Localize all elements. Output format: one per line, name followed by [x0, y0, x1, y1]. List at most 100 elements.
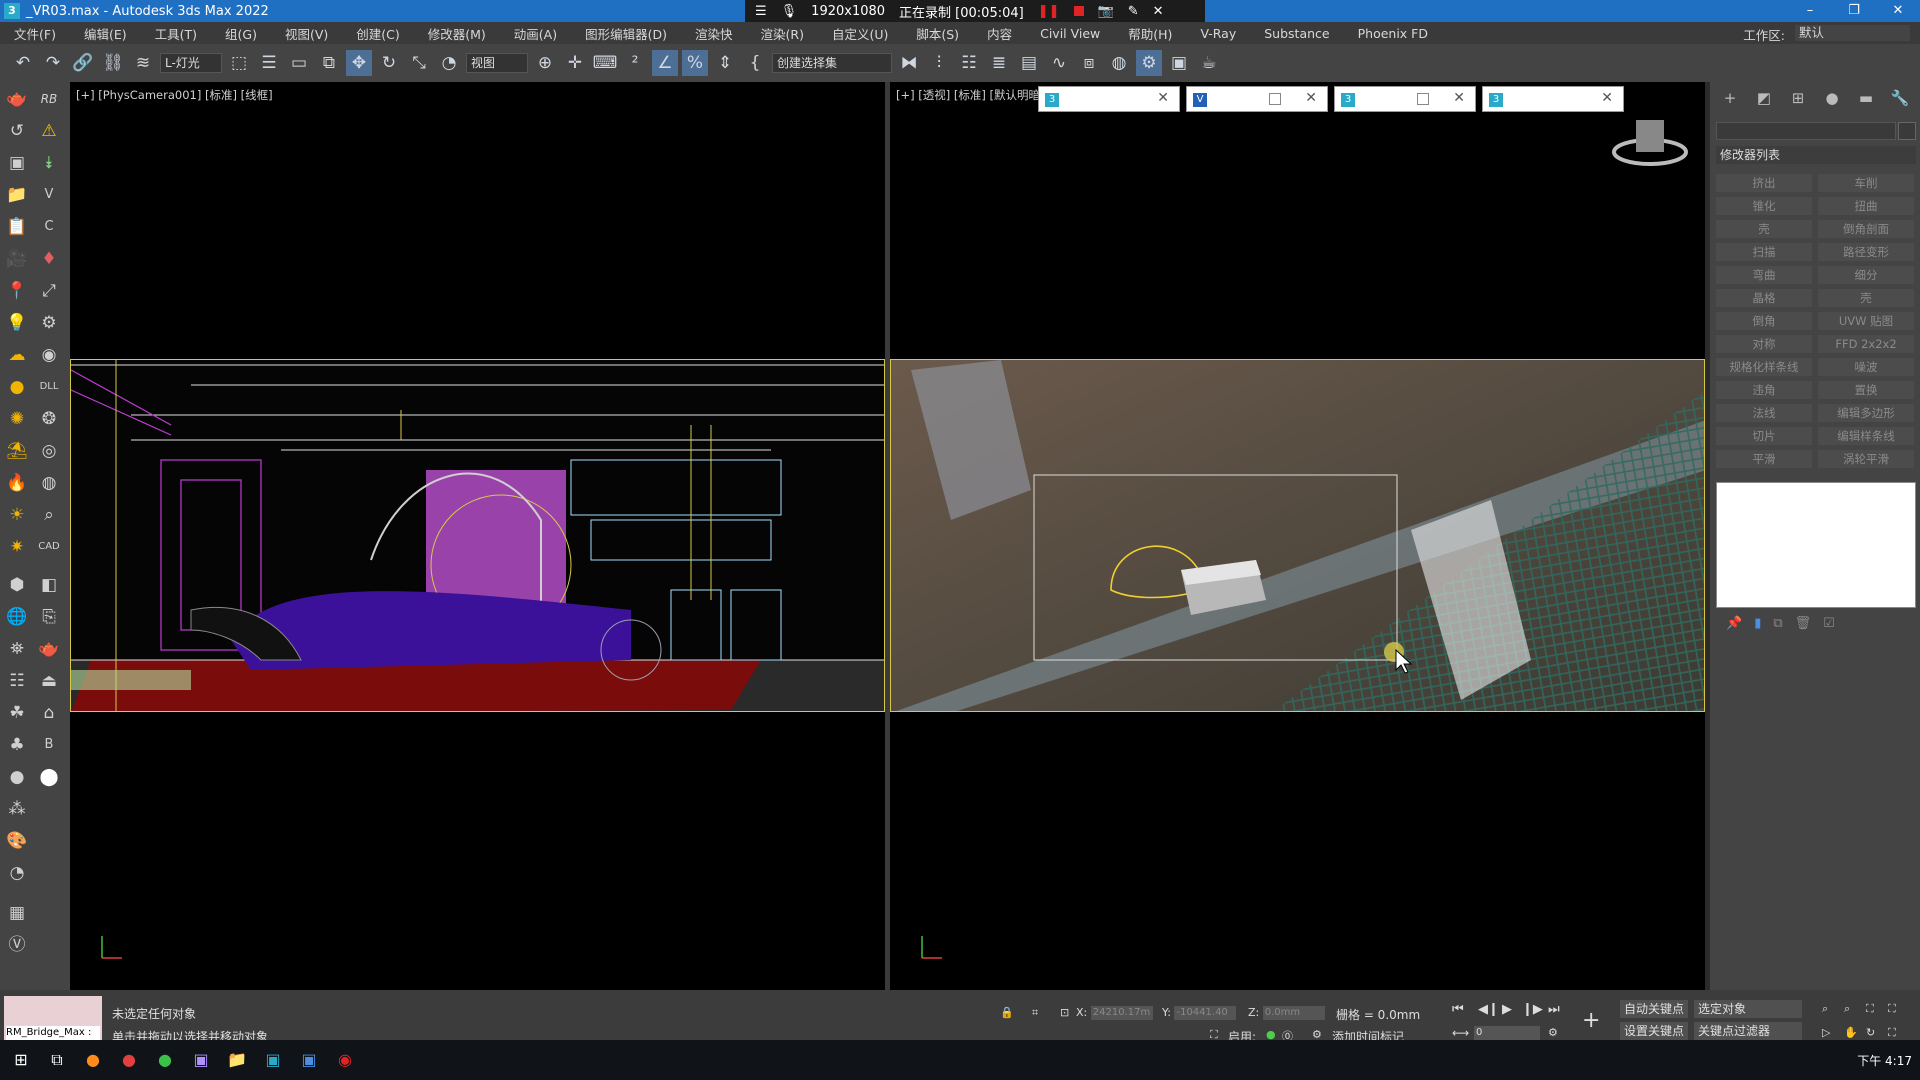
frame-value[interactable]: 0 [1474, 1026, 1540, 1040]
cad-button[interactable]: CAD [36, 534, 62, 560]
edit-named-sets-icon[interactable]: { [742, 50, 768, 76]
tree-icon[interactable]: ♣ [4, 732, 30, 758]
modifier-button[interactable]: 锥化 [1716, 197, 1812, 215]
script-icon[interactable]: ⎘ [36, 604, 62, 630]
menu-customize[interactable]: 自定义(U) [818, 24, 902, 43]
3dsmax-taskbar-icon[interactable]: ▣ [258, 1045, 288, 1075]
lock-icon[interactable]: 🔒 [1000, 1006, 1014, 1019]
key-mode-icon[interactable]: ⟷ [1452, 1026, 1469, 1040]
workspace-dropdown[interactable]: 默认 [1795, 25, 1910, 41]
popup-window-1[interactable]: 3 ✕ [1038, 86, 1180, 112]
spinner-snap-icon[interactable]: ⇕ [712, 50, 738, 76]
menu-group[interactable]: 组(G) [211, 24, 271, 43]
go-to-start-icon[interactable]: ⏮ [1452, 1002, 1464, 1017]
modify-tab-icon[interactable]: ◩ [1754, 88, 1774, 108]
orbit-icon[interactable]: ↻ [1866, 1026, 1875, 1039]
close-window-icon[interactable]: ✕ [1876, 0, 1920, 22]
modifier-list-dropdown[interactable]: 修改器列表 [1716, 146, 1916, 164]
box-icon[interactable]: ⬢ [4, 572, 30, 598]
menu-scripting[interactable]: 脚本(S) [902, 24, 973, 43]
modifier-button[interactable]: 壳 [1716, 220, 1812, 238]
modifier-button[interactable]: 对称 [1716, 335, 1812, 353]
utilities-tab-icon[interactable]: 🔧 [1890, 88, 1910, 108]
modifier-button[interactable]: 倒角剖面 [1818, 220, 1914, 238]
planet-icon[interactable]: 🌐 [4, 604, 30, 630]
select-manipulate-icon[interactable]: ✛ [562, 50, 588, 76]
mirror-icon[interactable]: ⧓ [896, 50, 922, 76]
link-icon[interactable]: 🔗 [70, 50, 96, 76]
reference-coord-select[interactable]: 视图 [466, 53, 528, 73]
set-key-button[interactable]: 设置关键点 [1620, 1022, 1689, 1040]
field-of-view-icon[interactable]: ▷ [1822, 1026, 1830, 1039]
viewport-camera[interactable]: [+] [PhysCamera001] [标准] [线框] [70, 82, 885, 990]
modifier-button[interactable]: 扭曲 [1818, 197, 1914, 215]
vray-icon[interactable]: Ⓥ [4, 932, 30, 958]
home-icon[interactable]: ⌂ [36, 700, 62, 726]
close-icon[interactable]: ✕ [1153, 4, 1164, 19]
select-by-name-icon[interactable]: ☰ [256, 50, 282, 76]
maximize-icon[interactable] [1269, 93, 1281, 105]
modifier-button[interactable]: 平滑 [1716, 450, 1812, 468]
firefox-icon[interactable]: ● [78, 1045, 108, 1075]
modifier-button[interactable]: 细分 [1818, 266, 1914, 284]
modifier-button[interactable]: 编辑多边形 [1818, 404, 1914, 422]
previous-frame-icon[interactable]: ◀❙ [1478, 1002, 1499, 1017]
dll-button[interactable]: DLL [36, 374, 62, 400]
toggle-ribbon-icon[interactable]: ▤ [1016, 50, 1042, 76]
modifier-button[interactable]: 扫描 [1716, 243, 1812, 261]
remove-modifier-icon[interactable]: 🗑 [1795, 616, 1812, 636]
app-icon[interactable]: 3 [4, 3, 20, 19]
popup-window-2[interactable]: V ✕ [1186, 86, 1328, 112]
viewport-label-camera[interactable]: [+] [PhysCamera001] [标准] [线框] [76, 87, 273, 103]
maximize-icon[interactable] [1417, 93, 1429, 105]
wechat-icon[interactable]: ● [150, 1045, 180, 1075]
globe-icon[interactable]: ◍ [36, 470, 62, 496]
bind-space-warp-icon[interactable]: ≋ [130, 50, 156, 76]
zoom-icon[interactable]: ⌕ [36, 502, 62, 528]
maxscript-text[interactable]: RM_Bridge_Max : [6, 1026, 100, 1040]
unlink-icon[interactable]: ⛓ [100, 50, 126, 76]
absolute-mode-icon[interactable]: ⊡ [1060, 1006, 1069, 1019]
particles-icon[interactable]: ⁂ [4, 796, 30, 822]
fire-icon[interactable]: 🔥 [4, 470, 30, 496]
make-unique-icon[interactable]: ⧉ [1773, 616, 1782, 636]
clipboard-icon[interactable]: 📋 [4, 214, 30, 240]
modifier-button[interactable]: FFD 2x2x2 [1818, 335, 1914, 353]
balloon-icon[interactable]: ♦ [36, 246, 62, 272]
auto-key-button[interactable]: 自动关键点 [1620, 1000, 1689, 1018]
rendered-frame-window-icon[interactable]: ▣ [1166, 50, 1192, 76]
rb-button[interactable]: RB [36, 86, 62, 112]
menu-substance[interactable]: Substance [1250, 26, 1343, 41]
modifier-button[interactable]: 车削 [1818, 174, 1914, 192]
popup-window-4[interactable]: 3 ✕ [1482, 86, 1624, 112]
menu-render-fast[interactable]: 渲染快 [681, 24, 747, 43]
v-button[interactable]: V [36, 182, 62, 208]
close-icon[interactable]: ✕ [1305, 90, 1317, 106]
layers-icon[interactable]: ☷ [4, 668, 30, 694]
menu-phoenix-fd[interactable]: Phoenix FD [1344, 26, 1442, 41]
modifier-button[interactable]: 涡轮平滑 [1818, 450, 1914, 468]
view-cube-icon[interactable] [1610, 112, 1690, 172]
modifier-button[interactable]: 弯曲 [1716, 266, 1812, 284]
minimize-icon[interactable]: – [1788, 0, 1832, 22]
object-name-field[interactable] [1716, 122, 1896, 140]
windows-start-icon[interactable]: ⊞ [6, 1045, 36, 1075]
rect-selection-icon[interactable]: ▭ [286, 50, 312, 76]
file-explorer-icon[interactable]: 📁 [222, 1045, 252, 1075]
aperture-icon[interactable]: ❂ [36, 406, 62, 432]
modifier-button[interactable]: 违角 [1716, 381, 1812, 399]
select-move-icon[interactable]: ✥ [346, 50, 372, 76]
modifier-button[interactable]: 置换 [1818, 381, 1914, 399]
set-key-plus-icon[interactable]: + [1582, 1008, 1600, 1033]
menu-file[interactable]: 文件(F) [0, 24, 70, 43]
key-filters-button[interactable]: 关键点过滤器 [1694, 1022, 1802, 1040]
chevron-down-icon[interactable]: ⯯ [36, 150, 62, 176]
app-icon-red[interactable]: ● [114, 1045, 144, 1075]
percent-snap-icon[interactable]: % [682, 50, 708, 76]
sparkle-icon[interactable]: ✷ [4, 534, 30, 560]
current-frame-field[interactable]: 0 [1474, 1026, 1540, 1040]
zoom-extents-all-icon[interactable]: ⛶ [1888, 1002, 1896, 1016]
select-object-icon[interactable]: ⬚ [226, 50, 252, 76]
b-button[interactable]: B [36, 732, 62, 758]
photos-icon[interactable]: ▣ [294, 1045, 324, 1075]
